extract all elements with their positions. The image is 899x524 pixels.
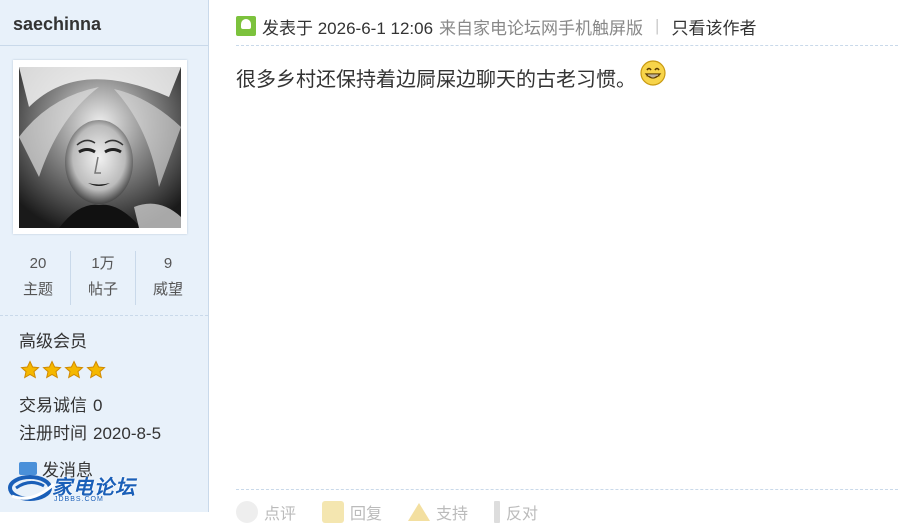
separator: | (655, 16, 660, 35)
reply-icon (322, 501, 345, 523)
post-actions: 点评 回复 支持 反对 (236, 500, 538, 524)
divider (0, 45, 208, 46)
post-header: 发表于 2026-6-1 12:06 来自家电论坛网手机触屏版 | 只看该作者 (236, 14, 756, 38)
divider (236, 489, 898, 490)
star-icon (64, 360, 84, 379)
logo-swoosh-icon (8, 475, 56, 501)
trade-credit-value: 0 (93, 396, 103, 415)
star-icon (20, 360, 40, 379)
star-icon (86, 360, 106, 379)
user-group[interactable]: 高级会员 (19, 327, 87, 352)
stat-posts[interactable]: 1万 帖子 (70, 251, 135, 305)
stat-value: 20 (29, 255, 47, 272)
comment-icon (236, 501, 258, 523)
site-watermark-logo: 家电论坛 JDBBS.COM (8, 470, 138, 508)
post-source-link[interactable]: 来自家电论坛网手机触屏版 (439, 14, 643, 39)
reply-label: 回复 (350, 506, 383, 523)
post-content-text: 很多乡村还保持着边屙屎边聊天的古老习惯。 (236, 69, 636, 91)
oppose-button[interactable]: 反对 (494, 500, 538, 524)
logo-domain-text: JDBBS.COM (54, 496, 104, 503)
stat-value: 9 (163, 255, 173, 272)
rank-stars (20, 360, 106, 380)
register-date-value: 2020-8-5 (93, 424, 162, 443)
star-icon (42, 360, 62, 379)
divider (236, 45, 898, 46)
author-stats: 20 主题 1万 帖子 9 威望 (6, 251, 200, 305)
grin-emoji-icon (640, 59, 666, 86)
trade-credit-label[interactable]: 交易诚信 (19, 396, 87, 415)
stat-label: 帖子 (87, 281, 118, 298)
author-username[interactable]: saechinna (13, 14, 101, 35)
stat-value: 1万 (91, 255, 115, 272)
avatar[interactable] (13, 60, 187, 234)
stat-label: 主题 (22, 281, 53, 298)
comment-label: 点评 (264, 506, 297, 523)
avatar-portrait-image (19, 67, 181, 228)
thumbs-down-icon (494, 501, 501, 523)
author-online-icon (236, 16, 256, 36)
support-button[interactable]: 支持 (408, 500, 468, 524)
view-author-only-link[interactable]: 只看该作者 (671, 14, 756, 39)
comment-button[interactable]: 点评 (236, 500, 296, 524)
post-timestamp: 发表于 2026-6-1 12:06 (262, 18, 434, 38)
reply-button[interactable]: 回复 (322, 500, 382, 524)
oppose-label: 反对 (506, 506, 539, 523)
divider (0, 315, 208, 316)
register-date-label: 注册时间 (19, 424, 87, 443)
register-date-row: 注册时间 2020-8-5 (19, 419, 161, 444)
support-label: 支持 (436, 506, 469, 523)
stat-threads[interactable]: 20 主题 (6, 251, 70, 305)
stat-prestige[interactable]: 9 威望 (135, 251, 200, 305)
post-body: 很多乡村还保持着边屙屎边聊天的古老习惯。 (236, 59, 666, 92)
trade-credit-row: 交易诚信 0 (19, 391, 102, 416)
stat-label: 威望 (152, 281, 183, 298)
thumbs-up-icon (408, 503, 431, 521)
author-sidebar: saechinna 20 主题 1万 帖子 9 威望 高级会员 交易诚信 0 注… (0, 0, 209, 512)
